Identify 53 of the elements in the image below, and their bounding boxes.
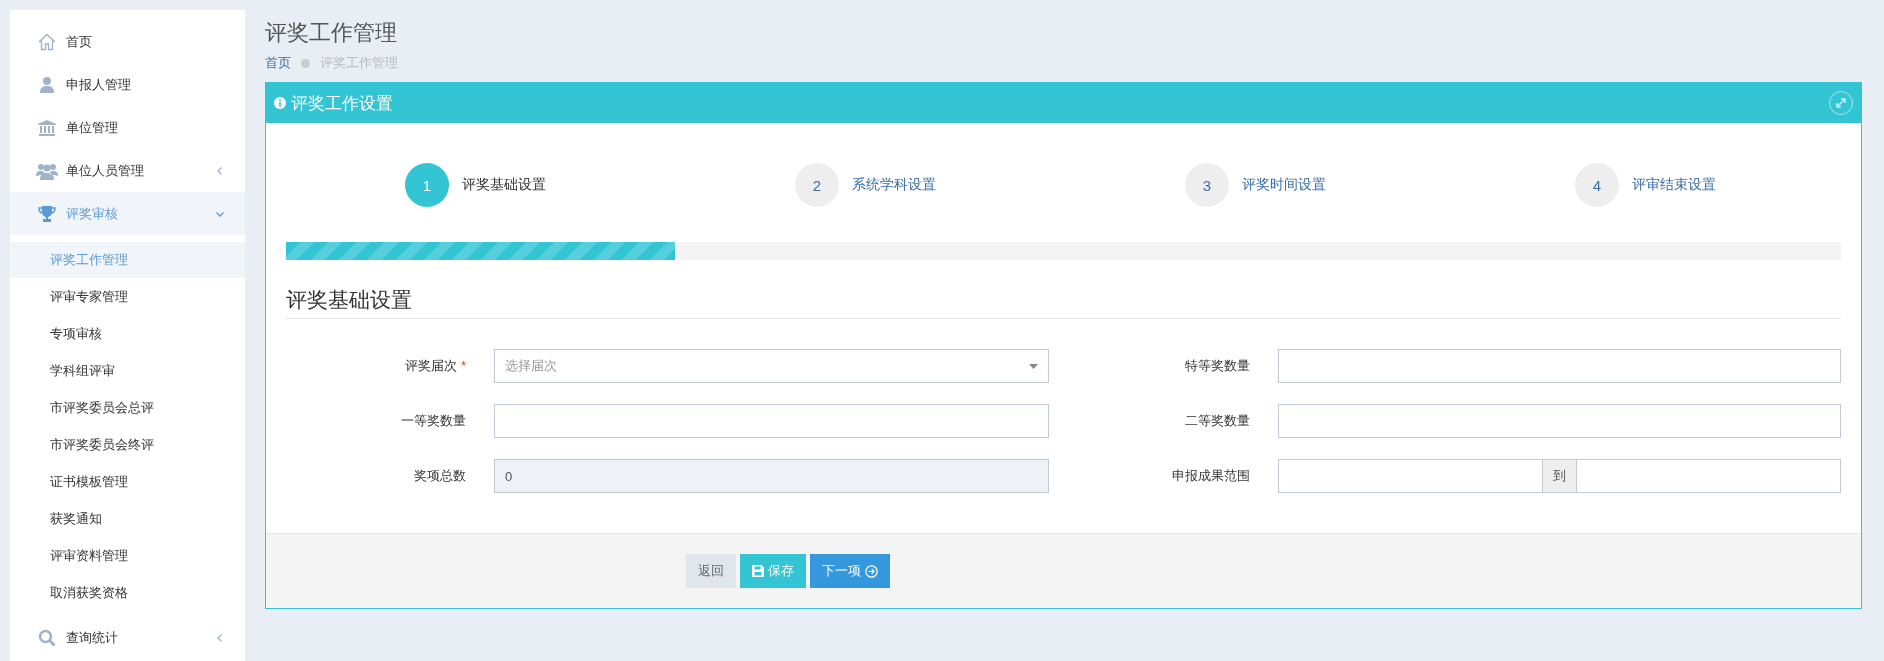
step-label[interactable]: 评奖基础设置 <box>462 176 546 194</box>
back-button[interactable]: 返回 <box>686 554 736 588</box>
input-field[interactable] <box>494 404 1049 438</box>
field-label: 评奖届次 <box>404 358 457 373</box>
sidebar-item[interactable]: 申报人管理 <box>10 63 245 106</box>
input-field[interactable] <box>1278 404 1841 438</box>
sidebar-subitem[interactable]: 评审资料管理 <box>10 538 245 574</box>
step-label[interactable]: 评奖时间设置 <box>1242 176 1326 194</box>
field-label: 特等奖数量 <box>1185 358 1250 373</box>
field-label: 申报成果范围 <box>1172 468 1250 483</box>
input-field[interactable] <box>1278 459 1543 493</box>
sidebar-subitem[interactable]: 取消获奖资格 <box>10 575 245 611</box>
dropdown-caret-icon <box>1029 363 1038 369</box>
sidebar-subitem[interactable]: 学科组评审 <box>10 353 245 389</box>
page-title: 评奖工作管理 <box>265 19 398 47</box>
input-field[interactable]: 0 <box>494 459 1049 493</box>
field-label: 一等奖数量 <box>401 413 466 428</box>
expand-arrows-icon <box>1835 97 1847 109</box>
field-label: 二等奖数量 <box>1185 413 1250 428</box>
sidebar-subitem[interactable]: 获奖通知 <box>10 501 245 537</box>
sidebar-item[interactable]: 查询统计 <box>10 616 245 659</box>
field-label: 奖项总数 <box>414 468 466 483</box>
range-separator: 到 <box>1543 459 1576 493</box>
sidebar-subitem[interactable]: 证书模板管理 <box>10 464 245 500</box>
user-icon <box>38 75 56 94</box>
step-number[interactable]: 3 <box>1185 163 1229 207</box>
sidebar-subitem[interactable]: 评审专家管理 <box>10 279 245 315</box>
trophy-icon <box>38 204 56 223</box>
sidebar-item[interactable]: 单位人员管理 <box>10 149 245 192</box>
step-label[interactable]: 评审结束设置 <box>1632 176 1716 194</box>
input-field[interactable] <box>1278 349 1841 383</box>
info-icon <box>274 97 286 109</box>
step-label[interactable]: 系统学科设置 <box>852 176 936 194</box>
required-mark: * <box>460 358 466 373</box>
sidebar-subitem[interactable]: 市评奖委员会终评 <box>10 427 245 463</box>
panel-title: 评奖工作设置 <box>291 92 394 115</box>
sidebar-item[interactable]: 首页 <box>10 20 245 63</box>
step-number[interactable]: 4 <box>1575 163 1619 207</box>
users-icon <box>36 161 58 180</box>
breadcrumb-link[interactable]: 首页 <box>265 54 291 72</box>
sidebar-item[interactable]: 单位管理 <box>10 106 245 149</box>
arrow-right-circle-icon <box>865 564 878 578</box>
home-icon <box>37 31 57 52</box>
chevron-left-icon <box>215 165 225 176</box>
section-title: 评奖基础设置 <box>286 286 1841 319</box>
sidebar-subitem[interactable]: 专项审核 <box>10 316 245 352</box>
search-icon <box>38 628 56 647</box>
input-field[interactable] <box>1576 459 1841 493</box>
chevron-left-icon <box>215 632 225 643</box>
breadcrumb-separator <box>301 58 310 68</box>
step-number[interactable]: 2 <box>795 163 839 207</box>
sidebar-subitem[interactable]: 市评奖委员会总评 <box>10 390 245 426</box>
bank-icon <box>37 118 57 137</box>
